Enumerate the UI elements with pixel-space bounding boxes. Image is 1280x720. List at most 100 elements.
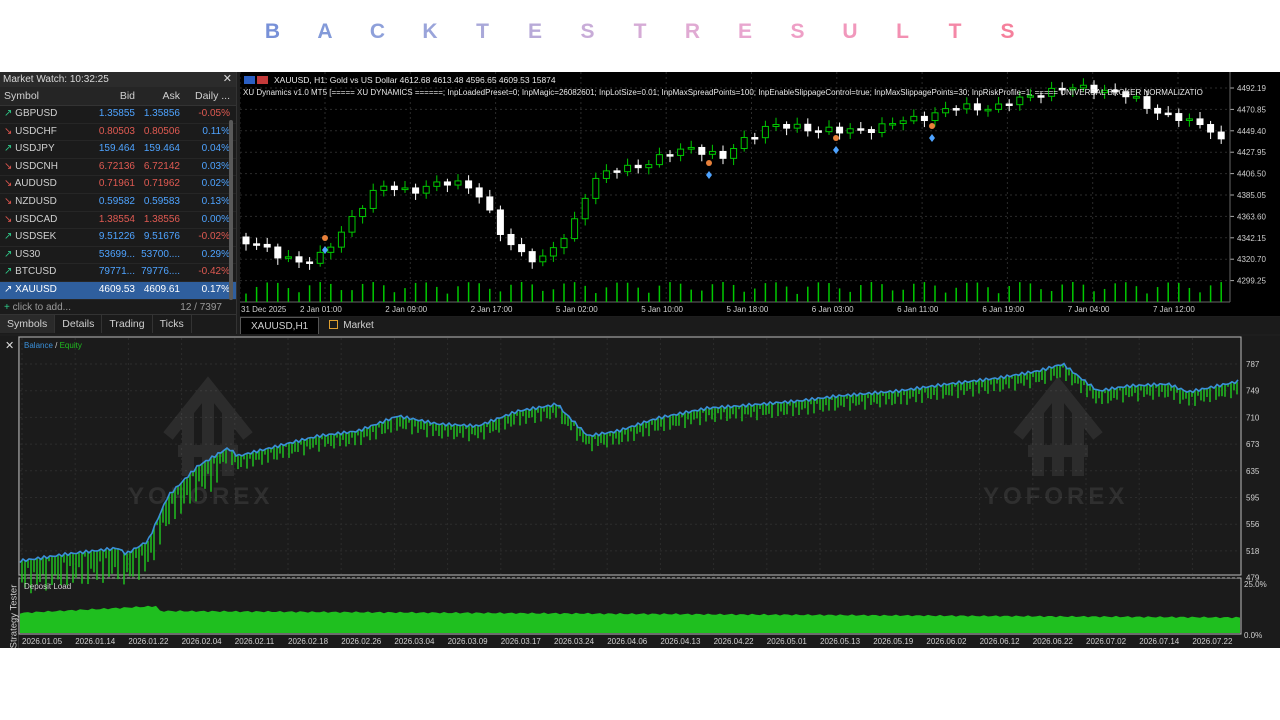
symbol-name: USDJPY [15,143,55,155]
x-axis-label: 2026.01.14 [75,637,116,646]
candle-body [475,187,483,198]
market-watch-row[interactable]: ↗ XAUUSD 4609.53 4609.61 0.17% [0,281,236,300]
candle-body [783,123,791,129]
balance-graph[interactable]: 7877497106736355955565184792026.01.05 202… [18,336,1280,648]
candle-body [1217,131,1225,140]
row-bid: 53699... [98,248,135,260]
column-header-symbol[interactable]: Symbol [0,87,92,105]
market-watch-tabs: Symbols Details Trading Ticks [0,314,236,333]
strategy-tester-side-tab[interactable]: ✕ Strategy Tester [0,336,19,648]
column-header-ask[interactable]: Ask [137,87,182,105]
market-watch-row[interactable]: ↗ USDSEK 9.51226 9.51676 -0.02% [0,229,236,247]
title-letter: E [737,20,752,43]
deposit-axis-label: 0.0% [1244,631,1262,640]
column-header-bid[interactable]: Bid [92,87,137,105]
trend-arrow-icon: ↗ [4,143,13,155]
price-label: 4427.95 [1237,148,1266,157]
candle-body [581,197,589,220]
x-axis-label: 2026.04.06 [607,637,648,646]
time-label: 2 Jan 17:00 [471,305,513,314]
candle-body [571,218,579,240]
candle-body [730,147,738,159]
candle-body [846,128,854,134]
row-ask: 0.59583 [143,195,180,207]
row-ask: 1.38556 [143,213,180,225]
trend-arrow-icon: ↘ [4,195,13,207]
candle-body [836,126,844,134]
close-icon[interactable]: ✕ [5,339,14,352]
market-watch-title: Market Watch: 10:32:25 ✕ [0,72,236,87]
candle-body [496,209,504,235]
trend-arrow-icon: ↗ [4,266,13,278]
market-watch-row[interactable]: ↘ USDCNH 6.72136 6.72142 0.03% [0,159,236,177]
candle-body [878,123,886,133]
candle-body [602,170,610,179]
candle-body [889,123,897,126]
candle-body [995,103,1003,110]
row-bid: 0.59582 [98,195,135,207]
candle-body [253,243,261,246]
candle-body [242,236,250,245]
tab-symbols[interactable]: Symbols [0,315,56,333]
close-icon[interactable]: ✕ [223,72,232,87]
market-watch-row[interactable]: ↗ US30 53699... 53700.... 0.29% [0,247,236,265]
tab-trading[interactable]: Trading [102,315,153,333]
tab-details[interactable]: Details [55,315,103,333]
trade-marker-sell [706,160,712,166]
market-watch-row[interactable]: ↘ USDCHF 0.80503 0.80506 0.11% [0,124,236,142]
market-watch-row[interactable]: ↗ GBPUSD 1.35855 1.35856 -0.05% [0,106,236,124]
x-axis-label: 2026.03.09 [448,637,489,646]
time-label: 6 Jan 11:00 [897,305,939,314]
price-chart[interactable]: 4492.19 4470.85 4449.40 4427.95 4406.50 4385.… [240,72,1280,316]
y-axis-label: 749 [1246,387,1260,396]
candle-body [963,103,971,110]
row-daily: 0.17% [201,283,230,295]
candle-body [465,180,473,189]
watermark-text: YOFOREX [983,483,1128,510]
candle-body [624,164,632,173]
time-label: 31 Dec 2025 [241,305,287,314]
time-label: 7 Jan 12:00 [1153,305,1195,314]
tab-ticks[interactable]: Ticks [153,315,192,333]
market-watch-row[interactable]: ↗ USDJPY 159.464 159.464 0.04% [0,141,236,159]
candle-body [708,150,716,155]
trade-marker-sell [322,235,328,241]
tab-market[interactable]: Market [319,317,384,334]
candle-body [867,129,875,133]
price-chart-canvas[interactable]: 4492.19 4470.85 4449.40 4427.95 4406.50 4385.… [240,72,1280,316]
y-axis-label: 518 [1246,547,1260,556]
candle-body [804,123,812,132]
row-ask: 9.51676 [143,231,180,243]
row-daily: 0.29% [201,248,230,260]
candle-body [359,207,367,218]
market-watch-row[interactable]: ↘ AUDUSD 0.71961 0.71962 0.02% [0,176,236,194]
candle-body [931,112,939,122]
chart-symbol-info: XAUUSD, H1: Gold vs US Dollar 4612.68 46… [274,75,556,85]
title-letter: L [896,20,909,43]
candle-body [952,108,960,111]
market-watch-row[interactable]: ↘ USDCAD 1.38554 1.38556 0.00% [0,212,236,230]
legend-balance: Balance [24,341,53,350]
time-label: 2 Jan 01:00 [300,305,342,314]
candle-body [761,125,769,139]
candle-body [814,130,822,133]
y-axis-label: 635 [1246,467,1260,476]
x-axis-label: 2026.06.02 [926,637,967,646]
scrollbar[interactable] [229,120,233,300]
candle-body [592,177,600,199]
row-bid: 1.38554 [98,213,135,225]
trade-marker-buy [833,146,839,154]
chart-tabs: XAUUSD,H1 Market [240,317,1280,334]
title-letter: T [948,20,962,43]
row-daily: -0.02% [198,231,230,243]
symbol-name: XAUUSD [15,283,57,295]
tab-chart-xauusd[interactable]: XAUUSD,H1 [240,317,320,334]
market-watch-row[interactable]: ↗ BTCUSD 79771... 79776.... -0.42% [0,264,236,282]
trend-arrow-icon: ↘ [4,213,13,225]
candle-body [369,189,377,209]
market-watch-row[interactable]: ↘ NZDUSD 0.59582 0.59583 0.13% [0,194,236,212]
x-axis-label: 2026.07.14 [1139,637,1180,646]
column-header-daily[interactable]: Daily ... [182,87,236,105]
candle-body [263,243,271,248]
y-axis-label: 595 [1246,494,1260,503]
